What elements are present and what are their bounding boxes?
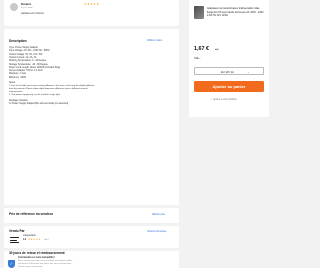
package-title: Package Included: [9, 99, 28, 102]
review-card: Durand il y a 1 mois ★★★★★ parfaitement … [4, 0, 179, 26]
notes-line: measurement. [9, 91, 23, 93]
spec-line: Type: Power Supply Adapter [9, 47, 38, 49]
shop-rating: 4.2 [23, 239, 27, 241]
original-price: 2 € [215, 48, 219, 51]
product-price: 1,67 € [194, 46, 209, 52]
returns-heading: Commandez en toute tranquillité ! [18, 257, 56, 259]
returns-title: 30 jours de retour et remboursement [9, 251, 65, 255]
buy-box: Adaptateur de transformateur d'alimentat… [189, 0, 269, 117]
review-stars: ★★★★★ [84, 2, 100, 6]
avatar [10, 3, 18, 11]
size-select-value: EU 12V 1A [221, 70, 234, 74]
wishlist-label: Ajouter à votre Wishlist [213, 99, 237, 101]
shop-logo-bar [10, 239, 17, 241]
notes-title: Notes: [9, 81, 16, 84]
notes-line: 1. Due to the light and screen setting d… [9, 84, 95, 87]
spec-line: Working Temperature: 0 - 40 Degree [9, 60, 47, 63]
show-less-link[interactable]: Afficher moins [147, 39, 162, 42]
right-column: Adaptateur de transformateur d'alimentat… [189, 0, 269, 268]
spec-line: Warranty: 1 Year [9, 73, 27, 76]
returns-card: 30 jours de retour et remboursement ✓ Co… [4, 251, 179, 268]
size-select[interactable]: EU 12V 1A ⌄ [194, 67, 264, 75]
shop-stars: ★★★★★ [28, 237, 41, 241]
notes-line: from the pictures.Please allow slight di… [9, 87, 88, 90]
visit-shop-link[interactable]: Visitez la boutique [147, 230, 166, 233]
left-column: Durand il y a 1 mois ★★★★★ parfaitement … [0, 0, 181, 268]
chevron-down-icon: ⌄ [247, 70, 250, 74]
show-more-link[interactable]: afficher plus [152, 213, 165, 216]
shop-logo-bar [10, 237, 19, 239]
description-title: Description [9, 39, 27, 43]
review-date: il y a 1 mois [21, 7, 33, 9]
returns-body: ✓ Commandez en toute tranquillité ! Nous… [4, 256, 179, 268]
shop-logo-bar [10, 242, 19, 244]
review-user: Durand [21, 2, 31, 6]
size-label: Taille : [194, 57, 201, 60]
add-to-cart-button[interactable]: Ajouter au panier [194, 81, 264, 92]
product-title: Adaptateur de transformateur d'alimentat… [207, 7, 264, 18]
seller-price-title: Prix de référence du vendeur [9, 212, 53, 216]
description-card: Description Afficher moins Type: Power S… [4, 29, 179, 205]
spec-line: Power Cord Length: About 120CM (Included… [9, 66, 61, 69]
spec-line: Input Voltage: AC 100 - 240V 50 - 60HZ [9, 50, 50, 53]
review-comment: parfaitement conforme [21, 13, 44, 15]
spec-line: Output Current: 1A, 2A, 3A [9, 56, 37, 59]
sold-by-title: Vendu Par [9, 229, 25, 233]
sold-by-card: Vendu Par Visitez la boutique xiaoguolie… [4, 226, 179, 248]
spec-line: Output Voltage: 5V, 9V, 12V, 15V [9, 53, 43, 56]
shield-check-icon: ✓ [8, 260, 15, 268]
product-page: Durand il y a 1 mois ★★★★★ parfaitement … [0, 0, 273, 268]
notes-line: 2. The power supply only can be used for… [9, 94, 60, 97]
add-to-wishlist-link[interactable]: ♡Ajouter à votre Wishlist [210, 98, 237, 101]
seller-price-card: Prix de référence du vendeur afficher pl… [4, 208, 179, 223]
spec-line: Efficiency: >80% [9, 76, 27, 79]
package-contents: 1x Power Supply Adapter(We will send wha… [9, 102, 69, 105]
spec-line: Storage Temperature: -20 - 80 Degree [9, 63, 48, 66]
heart-icon: ♡ [210, 99, 213, 101]
product-thumbnail [194, 6, 204, 19]
shop-sales-count: (6k+) [44, 239, 50, 242]
